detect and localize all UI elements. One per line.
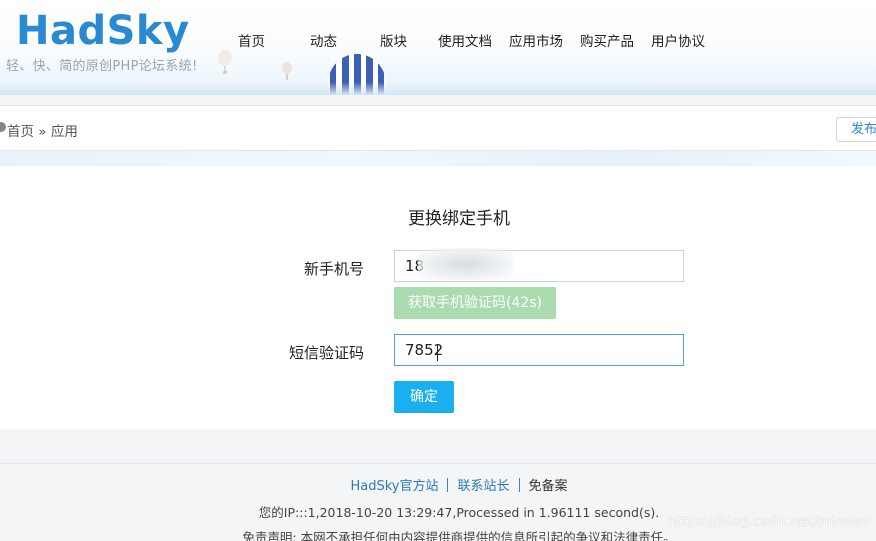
site-logo[interactable]: HadSky [16,8,190,54]
balloon-decoration-icon [282,62,292,80]
breadcrumb-home-link[interactable]: 首页 [7,124,34,140]
nav-item-app-market[interactable]: 应用市场 [509,30,563,50]
change-phone-panel: 更换绑定手机 新手机号 18 获取手机验证码(42s) 短信验证码 7852 确… [0,166,876,429]
balloon-decoration-icon [218,50,232,74]
nav-item-home[interactable]: 首页 [238,30,265,50]
footer-link-contact[interactable]: 联系站长 [448,475,518,494]
site-header: HadSky 轻、快、简的原创PHP论坛系统! 首页 动态 版块 使用文档 应用… [0,0,876,95]
new-phone-label: 新手机号 [303,260,364,278]
nav-item-buy[interactable]: 购买产品 [580,30,634,50]
text-caret [437,344,438,361]
breadcrumb: 首页 » 应用 [7,120,78,140]
breadcrumb-separator: » [38,124,47,140]
header-divider [0,82,876,95]
sms-code-label: 短信验证码 [288,344,364,362]
sky-strip [0,151,876,166]
submit-button[interactable]: 确定 [394,381,454,413]
nav-item-activity[interactable]: 动态 [310,30,337,50]
footer-link-official[interactable]: HadSky官方站 [341,475,447,494]
site-slogan: 轻、快、简的原创PHP论坛系统! [6,59,198,74]
watermark-text: https://blog.csdn.net/mindev [668,514,870,530]
footer-links: HadSky官方站 联系站长 免备案 [0,475,876,494]
nav-item-boards[interactable]: 版块 [380,30,407,50]
breadcrumb-arrow-icon [0,122,6,132]
page-title: 更换绑定手机 [408,209,510,229]
redacted-phone-blur [418,248,513,280]
get-sms-code-button[interactable]: 获取手机验证码(42s) [394,287,556,319]
publish-button[interactable]: 发布 [836,117,876,142]
nav-item-docs[interactable]: 使用文档 [438,30,492,50]
breadcrumb-current: 应用 [50,124,78,140]
nav-item-agreement[interactable]: 用户协议 [651,30,705,50]
breadcrumb-bar: 首页 » 应用 发布 [0,105,876,151]
footer-record: 免备案 [528,479,568,494]
